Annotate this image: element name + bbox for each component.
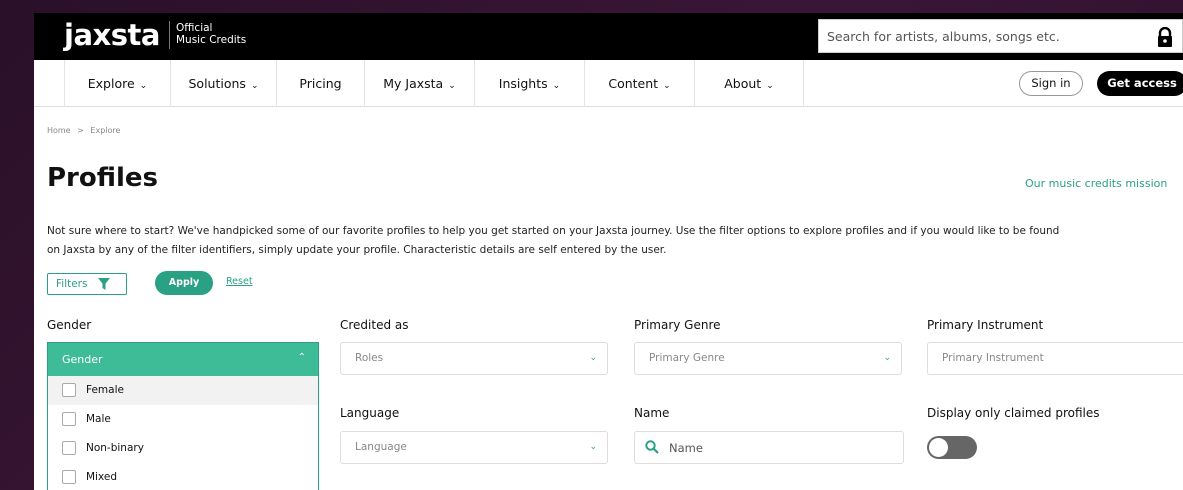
sign-in-button[interactable]: Sign in [1019,71,1083,96]
search-box[interactable] [818,19,1183,53]
description-line1: Not sure where to start? We've handpicke… [47,225,1060,237]
tagline-line2: Music Credits [176,34,247,46]
chevron-down-icon: ⌄ [139,81,148,91]
tagline-line1: Official [176,22,213,34]
logo-divider [169,21,170,49]
nav-content[interactable]: Content ⌄ [584,60,694,107]
breadcrumb-current[interactable]: Explore [90,126,120,135]
checkbox[interactable] [62,470,76,484]
gender-label: Gender [47,318,92,332]
lock-icon[interactable] [1156,27,1174,47]
gender-option-male[interactable]: Male [48,405,318,434]
filters-button[interactable]: Filters [47,273,127,295]
select-placeholder: Primary Instrument [942,352,1044,364]
option-label: Non-binary [86,442,144,454]
chevron-down-icon: ⌄ [883,353,891,363]
breadcrumb-separator: > [77,126,84,135]
app-window: jaxsta Official Music Credits Explore ⌄ S… [34,13,1183,490]
name-label: Name [634,406,670,420]
gender-option-mixed[interactable]: Mixed [48,463,318,490]
toggle-knob [929,438,948,457]
option-label: Mixed [86,471,117,483]
primary-genre-label: Primary Genre [634,318,721,332]
claimed-profiles-label: Display only claimed profiles [927,406,1100,420]
select-placeholder: Primary Genre [649,352,725,364]
top-bar: jaxsta Official Music Credits [34,13,1183,60]
mission-link[interactable]: Our music credits mission [1025,177,1167,190]
credited-as-select[interactable]: Roles ⌄ [340,342,608,375]
nav-label: Insights [498,76,548,91]
option-label: Female [86,384,124,396]
credited-as-label: Credited as [340,318,409,332]
nav-explore[interactable]: Explore ⌄ [64,60,170,107]
gender-option-female[interactable]: Female [48,376,318,405]
breadcrumb: Home > Explore [47,126,120,135]
gender-select-header[interactable]: ⌃ [48,343,318,376]
checkbox[interactable] [62,441,76,455]
chevron-down-icon: ⌄ [589,353,597,363]
nav-pricing[interactable]: Pricing [276,60,364,107]
chevron-up-icon[interactable]: ⌃ [298,352,306,363]
checkbox[interactable] [62,412,76,426]
nav-label: Content [608,76,659,91]
chevron-down-icon: ⌄ [589,442,597,452]
funnel-icon [98,278,110,290]
checkbox[interactable] [62,383,76,397]
chevron-down-icon: ⌄ [766,81,774,91]
language-label: Language [340,406,400,420]
tagline: Official Music Credits [176,22,246,46]
select-placeholder: Roles [355,352,384,364]
breadcrumb-home[interactable]: Home [47,126,71,135]
primary-genre-select[interactable]: Primary Genre ⌄ [634,342,902,375]
nav-label: About [724,76,762,91]
claimed-profiles-toggle[interactable] [927,436,977,459]
nav-my-jaxsta[interactable]: My Jaxsta ⌄ [364,60,474,107]
reset-link[interactable]: Reset [226,276,253,287]
select-placeholder: Language [355,441,407,453]
chevron-down-icon: ⌄ [552,81,561,91]
nav-label: Pricing [299,76,342,91]
option-label: Male [86,413,111,425]
nav-solutions[interactable]: Solutions ⌄ [170,60,276,107]
page-description: Not sure where to start? We've handpicke… [47,222,1183,260]
apply-button[interactable]: Apply [155,271,213,295]
main-nav: Explore ⌄ Solutions ⌄ Pricing My Jaxsta ⌄ I… [34,60,1183,107]
search-input[interactable] [819,20,1119,52]
page-title: Profiles [47,163,159,193]
primary-instrument-label: Primary Instrument [927,318,1044,332]
chevron-down-icon: ⌄ [663,81,671,91]
nav-label: My Jaxsta [383,76,444,91]
name-input[interactable] [635,432,875,463]
jaxsta-logo[interactable]: jaxsta [64,18,160,52]
nav-about[interactable]: About ⌄ [694,60,804,107]
search-icon [645,440,659,454]
description-line2: on Jaxsta by any of the filter identifie… [47,244,667,256]
get-access-button[interactable]: Get access [1097,71,1183,96]
chevron-down-icon: ⌄ [250,81,259,91]
language-select[interactable]: Language ⌄ [340,431,608,464]
nav-label: Explore [87,76,135,91]
nav-label: Solutions [188,76,246,91]
chevron-down-icon: ⌄ [448,81,456,91]
gender-input[interactable] [48,343,248,376]
gender-option-non-binary[interactable]: Non-binary [48,434,318,463]
nav-insights[interactable]: Insights ⌄ [474,60,584,107]
name-field[interactable] [634,431,904,464]
primary-instrument-select[interactable]: Primary Instrument [927,342,1183,375]
filters-label: Filters [56,278,88,290]
gender-dropdown[interactable]: ⌃ Female Male Non-binary Mixed [47,342,319,490]
